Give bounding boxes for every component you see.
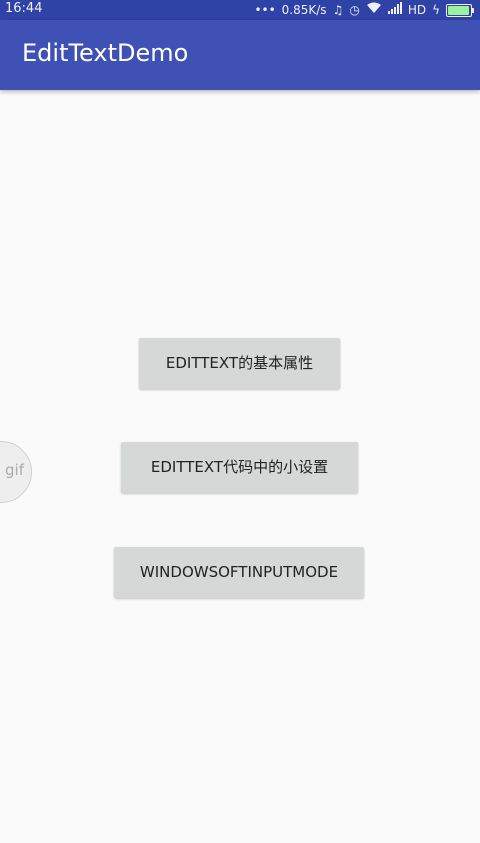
window-soft-input-mode-button[interactable]: WINDOWSOFTINPUTMODE	[114, 547, 364, 598]
gif-label: gif	[5, 461, 24, 479]
app-title: EditTextDemo	[22, 39, 189, 67]
signal-icon	[387, 2, 402, 18]
battery-icon	[446, 3, 474, 17]
music-icon: ♫	[332, 3, 344, 17]
network-type: HD	[407, 3, 427, 17]
status-indicators: ••• 0.85K/s ♫ ◷ HD ϟ	[254, 0, 474, 20]
app-bar: EditTextDemo	[0, 20, 480, 90]
alarm-icon: ◷	[349, 3, 360, 17]
status-time: 16:44	[5, 1, 43, 16]
status-bar: 16:44 ••• 0.85K/s ♫ ◷ HD ϟ	[0, 0, 480, 20]
battery-fill	[448, 5, 469, 15]
gif-recorder-handle[interactable]: gif	[0, 441, 32, 503]
screen: 16:44 ••• 0.85K/s ♫ ◷ HD ϟ EditTextDemo …	[0, 0, 480, 843]
more-dots-icon: •••	[254, 3, 276, 17]
wifi-icon	[366, 2, 382, 18]
edittext-code-settings-button[interactable]: EDITTEXT代码中的小设置	[121, 442, 358, 493]
edittext-basic-properties-button[interactable]: EDITTEXT的基本属性	[139, 338, 340, 389]
charging-icon: ϟ	[432, 3, 440, 17]
network-speed: 0.85K/s	[281, 3, 327, 17]
